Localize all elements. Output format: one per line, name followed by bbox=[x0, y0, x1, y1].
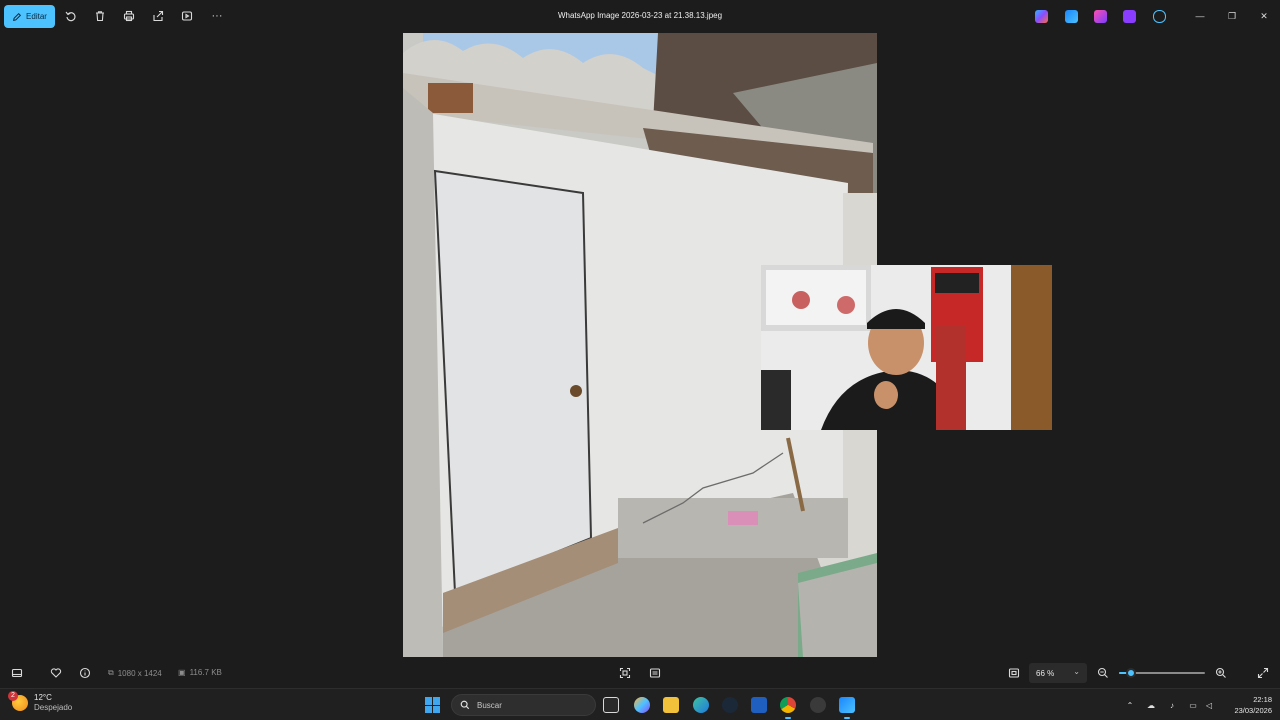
chevron-down-icon: ⌄ bbox=[1073, 667, 1080, 676]
file-size-value: 116.7 KB bbox=[189, 668, 222, 677]
volume-icon[interactable]: ◁ bbox=[1203, 699, 1215, 711]
cloud-icon[interactable]: ☁ bbox=[1145, 699, 1157, 711]
search-icon bbox=[460, 700, 470, 710]
minimize-button[interactable]: — bbox=[1193, 9, 1207, 23]
photos-app-icon[interactable] bbox=[839, 697, 855, 719]
photos-app-window: Editar ··· WhatsApp Image 2026-03-23 at … bbox=[0, 0, 1280, 688]
designer-icon[interactable] bbox=[1065, 10, 1078, 23]
weather-widget[interactable]: 2 12°C Despejado bbox=[8, 691, 72, 713]
network-icon[interactable]: ▭ bbox=[1187, 699, 1199, 711]
zoom-out-icon[interactable] bbox=[1096, 666, 1110, 680]
adjust-icon[interactable] bbox=[648, 666, 662, 680]
zoom-slider[interactable] bbox=[1119, 668, 1205, 678]
close-button[interactable]: ✕ bbox=[1257, 9, 1271, 23]
chevron-up-icon[interactable]: ⌃ bbox=[1124, 699, 1136, 711]
viewer-bottom-bar: ⧉ 1080 x 1424 ▣ 116.7 KB 66 % ⌄ bbox=[0, 660, 1280, 686]
print-icon[interactable] bbox=[121, 8, 137, 24]
fullscreen-icon[interactable] bbox=[1256, 666, 1270, 680]
info-icon[interactable] bbox=[78, 666, 92, 680]
obs-icon[interactable] bbox=[810, 697, 826, 713]
filmstrip-icon[interactable] bbox=[10, 666, 24, 680]
clock-date: 23/03/2026 bbox=[1234, 706, 1272, 715]
store-icon[interactable] bbox=[751, 697, 767, 713]
favorite-icon[interactable] bbox=[49, 666, 63, 680]
dimensions-icon: ⧉ bbox=[108, 668, 114, 677]
copilot-taskbar-icon[interactable] bbox=[634, 697, 650, 713]
webcam-overlay bbox=[761, 265, 1052, 430]
clipchamp-purple-icon[interactable] bbox=[1123, 10, 1136, 23]
image-dimensions: ⧉ 1080 x 1424 bbox=[108, 668, 162, 678]
clipchamp-icon[interactable] bbox=[1094, 10, 1107, 23]
file-size: ▣ 116.7 KB bbox=[178, 668, 222, 677]
zoom-slider-thumb[interactable] bbox=[1126, 668, 1137, 678]
taskbar-search[interactable]: Buscar bbox=[451, 694, 596, 716]
edit-button-label: Editar bbox=[26, 12, 47, 21]
slideshow-icon[interactable] bbox=[179, 8, 195, 24]
notification-badge: 2 bbox=[8, 691, 18, 701]
zoom-in-icon[interactable] bbox=[1214, 666, 1228, 680]
weather-desc: Despejado bbox=[34, 703, 73, 712]
webcam-image bbox=[761, 265, 1052, 430]
save-disk-icon: ▣ bbox=[178, 668, 186, 677]
more-icon[interactable]: ··· bbox=[209, 8, 225, 24]
dimensions-value: 1080 x 1424 bbox=[117, 668, 162, 678]
sun-icon: 2 bbox=[8, 691, 28, 711]
fit-to-window-icon[interactable] bbox=[618, 666, 632, 680]
share-icon[interactable] bbox=[150, 8, 166, 24]
edit-button[interactable]: Editar bbox=[4, 5, 55, 28]
copilot-icon[interactable] bbox=[1035, 10, 1048, 23]
weather-text: 12°C Despejado bbox=[34, 693, 72, 713]
actual-size-icon[interactable] bbox=[1007, 666, 1021, 680]
weather-temp: 12°C bbox=[34, 693, 52, 702]
file-explorer-icon[interactable] bbox=[663, 697, 679, 713]
zoom-level-value: 66 % bbox=[1036, 668, 1055, 678]
restore-button[interactable]: ❐ bbox=[1225, 9, 1239, 23]
top-toolbar: Editar ··· WhatsApp Image 2026-03-23 at … bbox=[0, 0, 1280, 33]
clock-time: 22:18 bbox=[1253, 695, 1272, 704]
windows-taskbar: 2 12°C Despejado Buscar ⌃ ☁ ♪ ▭ ◁ 22:18 … bbox=[0, 688, 1280, 720]
delete-icon[interactable] bbox=[92, 8, 108, 24]
edge-icon[interactable] bbox=[693, 697, 709, 713]
chrome-icon[interactable] bbox=[780, 697, 796, 719]
onedrive-icon[interactable] bbox=[1153, 10, 1166, 23]
edit-icon bbox=[13, 12, 22, 21]
microphone-icon[interactable]: ♪ bbox=[1166, 699, 1178, 711]
search-placeholder: Buscar bbox=[477, 700, 502, 710]
clock[interactable]: 22:18 23/03/2026 bbox=[1222, 694, 1272, 716]
window-title: WhatsApp Image 2026-03-23 at 21.38.13.jp… bbox=[557, 11, 723, 20]
task-view-icon[interactable] bbox=[603, 697, 619, 713]
steam-icon[interactable] bbox=[722, 697, 738, 713]
rotate-icon[interactable] bbox=[63, 8, 79, 24]
zoom-level-dropdown[interactable]: 66 % ⌄ bbox=[1029, 663, 1087, 683]
start-button-windows-icon[interactable] bbox=[425, 697, 441, 713]
